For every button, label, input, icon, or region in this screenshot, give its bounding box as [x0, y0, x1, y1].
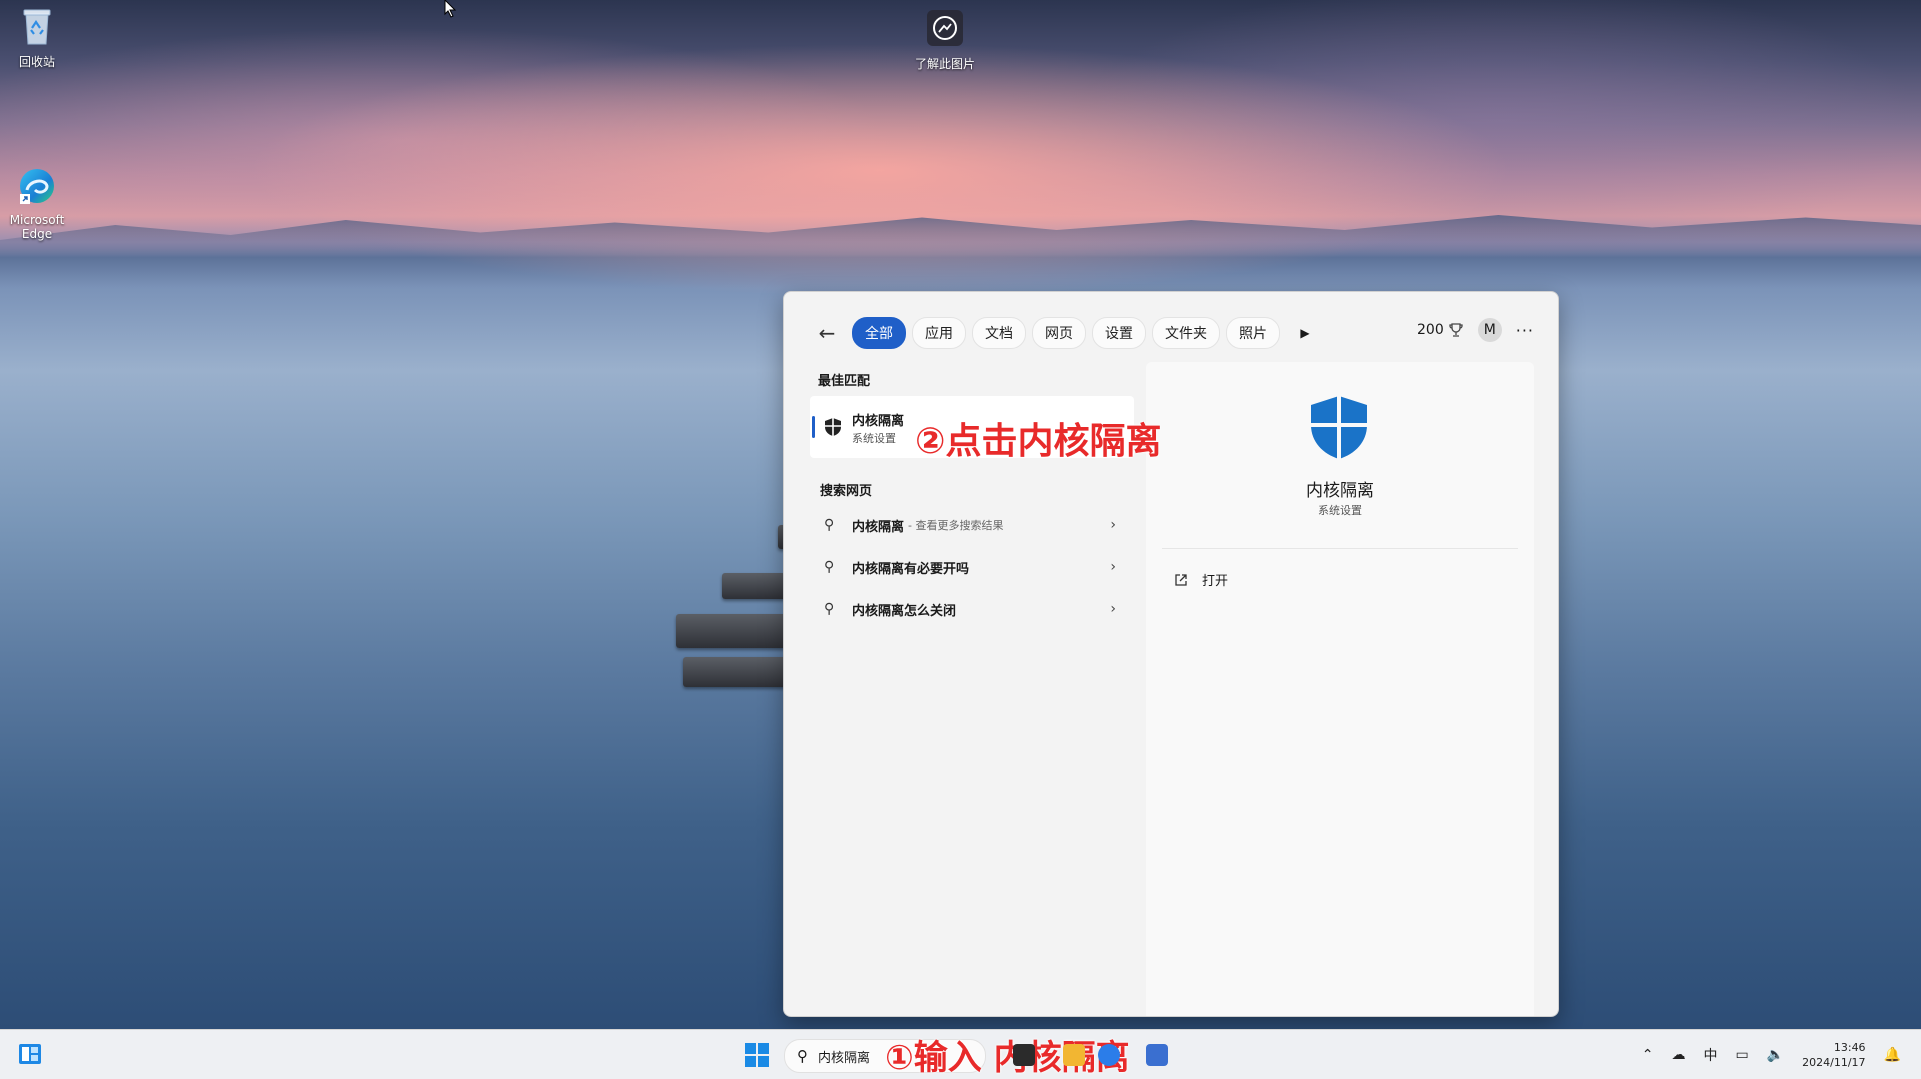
- results-column: 最佳匹配 内核隔离 系统设置 搜索网页 ⚲ 内核隔离 - 查看更多搜索结果 › …: [810, 362, 1134, 619]
- tab-documents[interactable]: 文档: [972, 317, 1026, 349]
- open-action-label: 打开: [1202, 574, 1229, 589]
- web-result-suffix: - 查看更多搜索结果: [908, 519, 1004, 532]
- desktop-icon-recycle-bin[interactable]: 回收站: [0, 6, 82, 70]
- volume-icon[interactable]: 🔈: [1767, 1047, 1784, 1063]
- annotation-step2: ②点击内核隔离: [915, 421, 1162, 462]
- web-result-item[interactable]: ⚲ 内核隔离 - 查看更多搜索结果 ›: [810, 505, 1134, 545]
- web-result-text: 内核隔离: [852, 519, 905, 535]
- open-action[interactable]: 打开: [1174, 570, 1228, 589]
- pier-plank: [676, 614, 798, 648]
- rewards-points-value: 200: [1417, 322, 1444, 338]
- rewards-points[interactable]: 200: [1417, 322, 1464, 338]
- divider: [1162, 548, 1518, 549]
- recycle-bin-icon: [0, 6, 82, 49]
- widgets-icon[interactable]: [18, 1043, 42, 1065]
- web-result-item[interactable]: ⚲ 内核隔离怎么关闭 ›: [810, 589, 1134, 629]
- pier-plank: [683, 657, 798, 687]
- search-panel: ← 全部 应用 文档 网页 设置 文件夹 照片 ▶ 200 M ··· 最佳匹配…: [783, 291, 1559, 1017]
- clock[interactable]: 13:46 2024/11/17: [1802, 1040, 1865, 1070]
- annotation-step1: ①输入 内核隔离: [885, 1038, 1130, 1078]
- chevron-right-icon: ›: [1110, 559, 1116, 575]
- onedrive-icon[interactable]: ☁: [1671, 1047, 1685, 1063]
- detail-subtitle: 系统设置: [1318, 504, 1362, 517]
- avatar[interactable]: M: [1477, 318, 1502, 342]
- desktop-icon-learn-picture[interactable]: 了解此图片: [902, 8, 988, 72]
- web-result-text: 内核隔离有必要开吗: [852, 561, 970, 577]
- taskbar-app-terminal-icon[interactable]: [1013, 1044, 1035, 1066]
- mouse-cursor-icon: [444, 0, 457, 18]
- tab-all[interactable]: 全部: [852, 317, 906, 349]
- chevron-up-icon[interactable]: ⌃: [1642, 1047, 1654, 1063]
- desktop-icon-label: Microsoft Edge: [9, 213, 65, 241]
- taskbar-app-explorer-icon[interactable]: [1063, 1044, 1085, 1066]
- selection-indicator: [812, 416, 815, 438]
- search-icon: ⚲: [824, 517, 835, 533]
- tab-folders[interactable]: 文件夹: [1152, 317, 1220, 349]
- tab-photos[interactable]: 照片: [1226, 317, 1280, 349]
- more-tabs-play-icon[interactable]: ▶: [1290, 318, 1320, 348]
- desktop-icon-label: 回收站: [18, 55, 55, 69]
- edge-icon: [0, 166, 82, 209]
- search-icon: ⚲: [824, 559, 835, 575]
- taskbar: ⚲ 内核隔离 ①输入 内核隔离 ⌃ ☁ 中 ▭ 🔈 13:46 2024/11/…: [0, 1029, 1921, 1079]
- web-result-text: 内核隔离怎么关闭: [852, 603, 957, 619]
- tab-settings[interactable]: 设置: [1092, 317, 1146, 349]
- shield-icon: [825, 418, 841, 436]
- desktop-icon-label: 了解此图片: [914, 57, 975, 71]
- taskbar-app-browser-icon[interactable]: [1098, 1044, 1120, 1066]
- best-match-title: 内核隔离: [852, 414, 905, 429]
- windows-start-icon[interactable]: [745, 1043, 769, 1067]
- search-icon: ⚲: [797, 1047, 808, 1065]
- best-match-subtitle: 系统设置: [852, 432, 896, 445]
- web-search-heading: 搜索网页: [820, 484, 873, 499]
- panel-tools: 200 M ···: [1417, 318, 1534, 342]
- windows-security-shield-icon: [1311, 396, 1367, 459]
- system-tray: ⌃ ☁ 中 ▭ 🔈 13:46 2024/11/17 🔔: [1642, 1030, 1901, 1079]
- clock-time: 13:46: [1833, 1040, 1866, 1054]
- desktop-icon-edge[interactable]: Microsoft Edge: [0, 166, 82, 241]
- more-options-icon[interactable]: ···: [1516, 321, 1534, 340]
- web-result-item[interactable]: ⚲ 内核隔离有必要开吗 ›: [810, 547, 1134, 587]
- mountain-range: [0, 215, 1921, 255]
- back-arrow-icon[interactable]: ←: [814, 320, 840, 346]
- taskbar-app-store-icon[interactable]: [1146, 1044, 1168, 1066]
- detail-title: 内核隔离: [1306, 481, 1374, 501]
- open-external-icon: [1175, 573, 1187, 586]
- camera-info-icon: [902, 8, 988, 51]
- detail-pane: 内核隔离 系统设置 打开: [1146, 362, 1534, 1016]
- ime-indicator[interactable]: 中: [1703, 1045, 1717, 1065]
- tab-web[interactable]: 网页: [1032, 317, 1086, 349]
- chevron-right-icon: ›: [1110, 601, 1116, 617]
- chevron-right-icon: ›: [1110, 517, 1116, 533]
- tab-apps[interactable]: 应用: [912, 317, 966, 349]
- trophy-icon: [1449, 323, 1463, 337]
- network-icon[interactable]: ▭: [1735, 1047, 1748, 1063]
- notification-bell-icon[interactable]: 🔔: [1884, 1047, 1901, 1063]
- search-icon: ⚲: [824, 601, 835, 617]
- search-filter-tabs: ← 全部 应用 文档 网页 设置 文件夹 照片 ▶: [814, 316, 1320, 350]
- best-match-heading: 最佳匹配: [818, 374, 871, 389]
- taskbar-search-value: 内核隔离: [818, 1050, 871, 1066]
- clock-date: 2024/11/17: [1802, 1055, 1866, 1069]
